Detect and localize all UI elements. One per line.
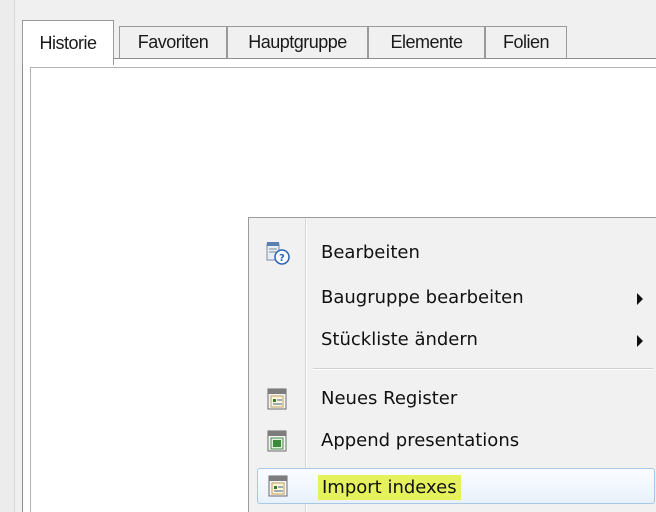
register-icon <box>266 473 292 499</box>
register-icon <box>265 386 291 412</box>
edit-help-icon: ? <box>265 240 291 266</box>
menu-item-baugruppe-bearbeiten[interactable]: Baugruppe bearbeiten <box>257 281 655 317</box>
tab-label: Hauptgruppe <box>248 32 347 52</box>
tab-label: Elemente <box>390 32 463 52</box>
tab-historie[interactable]: Historie <box>22 20 114 65</box>
menu-item-stueckliste-aendern[interactable]: Stückliste ändern <box>257 323 655 359</box>
tab-label: Folien <box>502 32 550 52</box>
tab-favoriten[interactable]: Favoriten <box>119 26 227 58</box>
menu-item-import-indexes[interactable]: Import indexes <box>257 468 655 504</box>
menu-item-label: Stückliste ändern <box>321 329 478 350</box>
menu-item-append-presentations[interactable]: Append presentations <box>257 424 655 460</box>
menu-item-label: Neues Register <box>321 388 458 409</box>
application-window: Historie Favoriten Hauptgruppe Elemente … <box>0 0 656 512</box>
menu-separator-highlight <box>313 369 653 370</box>
submenu-arrow-icon <box>637 335 643 347</box>
menu-item-label: Import indexes <box>318 475 461 500</box>
menu-item-label: Baugruppe bearbeiten <box>321 287 524 308</box>
menu-item-bearbeiten[interactable]: ? Bearbeiten <box>257 236 655 272</box>
menu-item-neues-register[interactable]: Neues Register <box>257 382 655 418</box>
tab-label: Favoriten <box>137 32 209 52</box>
tab-hauptgruppe[interactable]: Hauptgruppe <box>227 26 368 58</box>
tab-label: Historie <box>39 33 97 53</box>
tab-elemente[interactable]: Elemente <box>368 26 485 58</box>
menu-item-label: Append presentations <box>321 430 520 451</box>
svg-text:?: ? <box>279 253 285 264</box>
context-menu: ? Bearbeiten Baugruppe bearbeiten Stückl… <box>248 217 656 512</box>
tab-folien[interactable]: Folien <box>485 26 567 58</box>
submenu-arrow-icon <box>637 293 643 305</box>
tab-strip: Historie Favoriten Hauptgruppe Elemente … <box>22 20 656 65</box>
menu-item-label: Bearbeiten <box>321 242 420 263</box>
presentation-icon <box>265 428 291 454</box>
window-left-border <box>0 0 15 512</box>
